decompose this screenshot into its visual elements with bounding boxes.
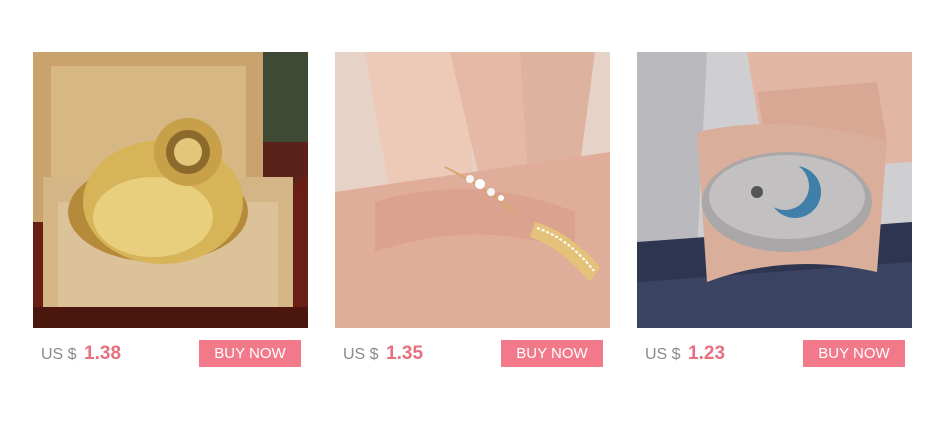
price-row: US $ 1.38 BUY NOW — [33, 328, 308, 388]
product-card: US $ 1.38 BUY NOW — [33, 52, 308, 388]
product-card: US $ 1.23 BUY NOW — [637, 52, 912, 388]
price-value: 1.35 — [386, 343, 424, 364]
product-image-leaf-ring[interactable] — [335, 52, 610, 328]
currency-label: US $ — [343, 346, 379, 363]
buy-now-button[interactable]: BUY NOW — [501, 340, 603, 367]
price: US $ 1.23 — [645, 343, 725, 365]
silver-moon-ring-image — [637, 52, 912, 328]
price-row: US $ 1.35 BUY NOW — [335, 328, 610, 388]
price-value: 1.23 — [688, 343, 726, 364]
price: US $ 1.38 — [41, 343, 121, 365]
currency-label: US $ — [41, 346, 77, 363]
rose-gold-leaf-ring-image — [335, 52, 610, 328]
product-image-gold-ring[interactable] — [33, 52, 308, 328]
price: US $ 1.35 — [343, 343, 423, 365]
price-value: 1.38 — [84, 343, 122, 364]
product-card: US $ 1.35 BUY NOW — [335, 52, 610, 388]
price-row: US $ 1.23 BUY NOW — [637, 328, 912, 388]
buy-now-button[interactable]: BUY NOW — [803, 340, 905, 367]
currency-label: US $ — [645, 346, 681, 363]
buy-now-button[interactable]: BUY NOW — [199, 340, 301, 367]
product-image-moon-ring[interactable] — [637, 52, 912, 328]
gold-ring-in-box-image — [33, 52, 308, 328]
